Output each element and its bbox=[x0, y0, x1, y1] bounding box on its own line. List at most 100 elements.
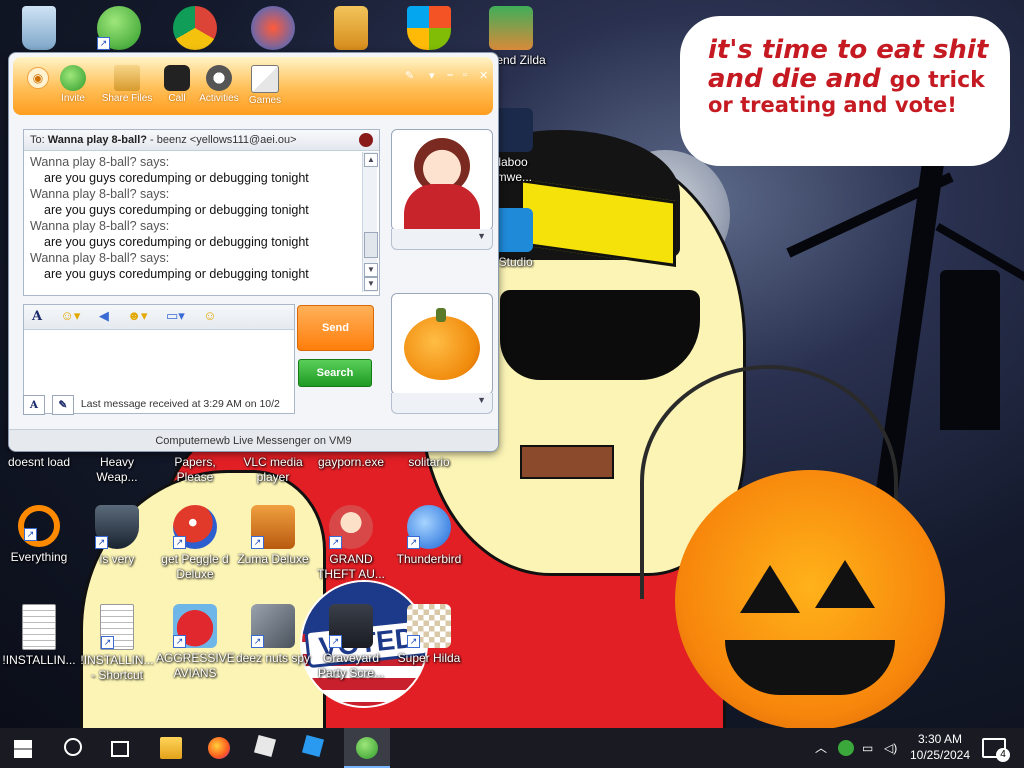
folder-icon bbox=[114, 65, 140, 91]
message-log[interactable]: Wanna play 8-ball? says: are you guys cor… bbox=[30, 154, 352, 292]
to-label: To: bbox=[30, 134, 45, 146]
taskbar-file-explorer[interactable] bbox=[148, 728, 194, 768]
sunglasses bbox=[500, 290, 700, 380]
send-button[interactable]: Send bbox=[297, 305, 374, 351]
folder-icon bbox=[160, 737, 182, 759]
contact-avatar[interactable] bbox=[391, 129, 493, 231]
message-log-scrollbar[interactable]: ▲ ▼ ▼ bbox=[362, 152, 378, 292]
desktop-icon-is-very[interactable]: ↗ is very bbox=[78, 505, 156, 567]
message-sender: Wanna play 8-ball? says: bbox=[30, 251, 170, 265]
toolbar-share-files-label: Share Files bbox=[101, 93, 153, 104]
house-silhouette bbox=[940, 270, 1000, 430]
desktop-icon-installing[interactable]: !INSTALLIN... bbox=[0, 604, 78, 668]
desktop-icon-peggle-top[interactable] bbox=[234, 6, 312, 53]
avatar-coat bbox=[404, 184, 480, 230]
taskbar-clock[interactable]: 3:30 AM 10/25/2024 bbox=[895, 731, 985, 763]
folder-icon bbox=[334, 6, 368, 50]
toolbar-activities-button[interactable]: Activities bbox=[191, 65, 247, 104]
scroll-up-arrow[interactable]: ▲ bbox=[364, 153, 378, 167]
invite-icon bbox=[60, 65, 86, 91]
search-button[interactable]: Search bbox=[298, 359, 372, 387]
desktop-icon-folder[interactable] bbox=[312, 6, 390, 53]
messenger-conversation-window[interactable]: ◉ Invite Share Files Call Activities Gam… bbox=[8, 52, 499, 452]
task-view-button[interactable] bbox=[96, 728, 142, 768]
taskbar-firefox[interactable] bbox=[196, 728, 242, 768]
icon-label: Papers, Please bbox=[174, 455, 216, 484]
start-button[interactable] bbox=[0, 728, 46, 768]
pumpkin-eye bbox=[740, 565, 800, 613]
desktop-icon-vlc[interactable]: VLC media player bbox=[234, 455, 312, 485]
taskbar-search-button[interactable] bbox=[48, 728, 94, 768]
messenger-icon bbox=[356, 737, 378, 759]
toolbar-invite-button[interactable]: Invite bbox=[49, 65, 97, 104]
desktop-icon-solitario[interactable]: solitario bbox=[390, 455, 468, 470]
icon-label: Zuma Deluxe bbox=[237, 552, 309, 566]
angry-bird-icon: ↗ bbox=[173, 604, 217, 648]
desktop-icon-papers-please[interactable]: Papers, Please bbox=[156, 455, 234, 485]
pumpkin-avatar-icon bbox=[404, 316, 480, 380]
maximize-button[interactable]: ▫ bbox=[463, 69, 467, 81]
desktop-icon-everything[interactable]: ↗ Everything bbox=[0, 505, 78, 565]
nudge-icon[interactable]: ☺ bbox=[203, 308, 216, 323]
speech-line-2: and die and go trick bbox=[708, 65, 1008, 94]
desktop-icon-super-hilda[interactable]: ↗ Super Hilda bbox=[390, 604, 468, 666]
desktop-icon-thunderbird[interactable]: ↗ Thunderbird bbox=[390, 505, 468, 567]
thunderbird-icon: ↗ bbox=[407, 505, 451, 549]
desktop-icon-installing-shortcut[interactable]: ↗ !INSTALLIN... - Shortcut bbox=[78, 604, 156, 683]
contact-name[interactable]: Wanna play 8-ball? bbox=[48, 134, 147, 146]
background-icon[interactable]: ▭▾ bbox=[166, 308, 185, 324]
icon-label: !INSTALLIN... bbox=[2, 653, 76, 667]
figure-mouth bbox=[520, 445, 614, 479]
desktop-icon-deez-nuts-spy[interactable]: ↗ deez nuts spy bbox=[234, 604, 312, 666]
taskbar-messenger[interactable] bbox=[344, 728, 390, 768]
taskbar: ︿ ▭ ◁) 3:30 AM 10/25/2024 4 bbox=[0, 728, 1024, 768]
taskbar-roblox-studio[interactable] bbox=[292, 728, 338, 768]
handwriting-icon[interactable]: ✎ bbox=[51, 395, 74, 415]
desktop-icon-gta[interactable]: ↗ GRAND THEFT AU... bbox=[312, 505, 390, 582]
desktop-icon-gayporn-exe[interactable]: gayporn.exe bbox=[312, 455, 390, 470]
desktop-icon-graveyard-party[interactable]: ↗ Graveyard Party Scre... bbox=[312, 604, 390, 681]
notifications-button[interactable]: 4 bbox=[982, 738, 1010, 762]
paint-bucket-icon[interactable]: ✎ bbox=[405, 69, 414, 82]
tray-messenger-icon[interactable] bbox=[838, 740, 854, 756]
scroll-down-arrow[interactable]: ▼ bbox=[364, 263, 378, 277]
tray-overflow-chevron-icon[interactable]: ︿ bbox=[815, 728, 827, 768]
wink-icon[interactable]: ☻▾ bbox=[127, 308, 147, 324]
desktop-icon-get-peggle-deluxe[interactable]: ↗ get Peggle d Deluxe bbox=[156, 505, 234, 582]
windows-logo-icon bbox=[14, 740, 32, 758]
messenger-menu-button[interactable]: ◉ bbox=[27, 67, 49, 89]
scroll-thumb[interactable] bbox=[364, 232, 378, 258]
dropdown-icon[interactable]: ▾ bbox=[429, 69, 435, 82]
minimize-button[interactable]: – bbox=[447, 69, 453, 81]
toolbar-share-files-button[interactable]: Share Files bbox=[99, 65, 155, 104]
desktop-icon-aggressive-avians[interactable]: ↗ AGGRESSIVE AVIANS bbox=[156, 604, 235, 681]
clock-date: 10/25/2024 bbox=[909, 748, 971, 762]
my-avatar[interactable] bbox=[391, 293, 493, 395]
desktop-icon-doesnt-load[interactable]: doesnt load bbox=[0, 455, 78, 470]
speech-bubble: it's time to eat shit and die and go tri… bbox=[680, 16, 1010, 166]
my-avatar-menu[interactable]: ▼ bbox=[391, 393, 493, 414]
messenger-icon: ↗ bbox=[97, 6, 141, 50]
message-text: are you guys coredumping or debugging to… bbox=[44, 235, 309, 249]
desktop-icon-messenger[interactable]: ↗ bbox=[80, 6, 158, 53]
desktop-icon-windows[interactable] bbox=[390, 6, 468, 53]
toolbar-games-button[interactable]: Games bbox=[241, 65, 289, 106]
speech-line-1: it's time to eat shit bbox=[708, 35, 989, 65]
window-footer: Computernewb Live Messenger on VM9 bbox=[9, 429, 498, 451]
desktop-icon-heavy-weapon[interactable]: Heavy Weap... bbox=[78, 455, 156, 485]
message-text: are you guys coredumping or debugging to… bbox=[44, 203, 309, 217]
contact-avatar-menu[interactable]: ▼ bbox=[391, 229, 493, 250]
scroll-end-arrow[interactable]: ▼ bbox=[364, 277, 378, 291]
close-button[interactable]: ✕ bbox=[479, 69, 488, 82]
font-icon[interactable]: A bbox=[32, 309, 42, 324]
network-icon[interactable]: ▭ bbox=[862, 728, 873, 768]
desktop-icon-zuma-deluxe[interactable]: ↗ Zuma Deluxe bbox=[234, 505, 312, 567]
desktop-icon-chrome[interactable] bbox=[156, 6, 234, 53]
desktop-icon-recycle-bin[interactable] bbox=[0, 6, 78, 53]
taskbar-roblox[interactable] bbox=[244, 728, 290, 768]
font-style-button[interactable]: A bbox=[23, 395, 45, 415]
shield-icon: ↗ bbox=[95, 505, 139, 549]
emoticon-icon[interactable]: ☺▾ bbox=[61, 308, 81, 324]
voice-clip-icon[interactable]: ◀ bbox=[99, 308, 109, 324]
recipient-bar: To: Wanna play 8-ball? - beenz <yellows1… bbox=[24, 130, 379, 151]
